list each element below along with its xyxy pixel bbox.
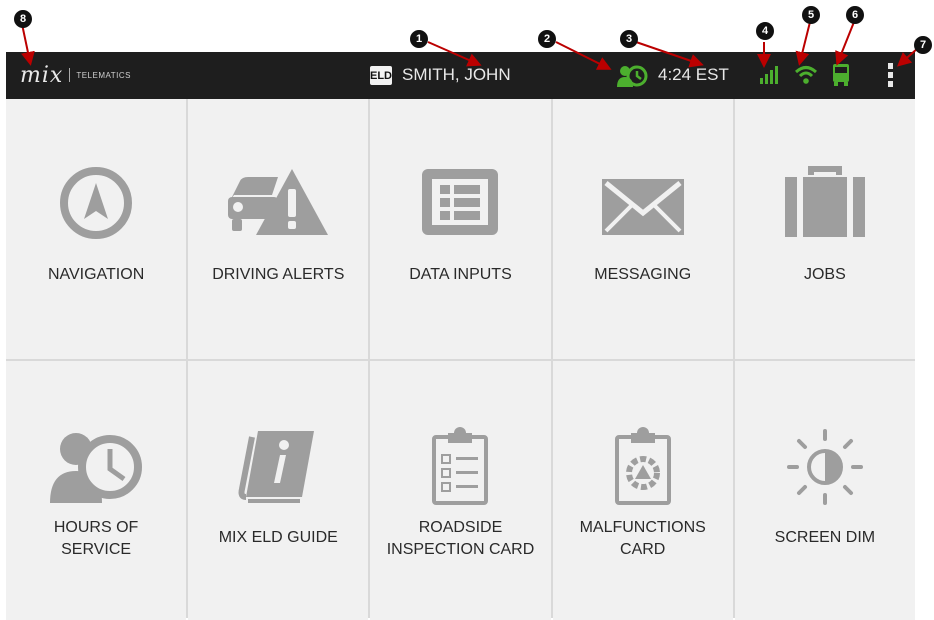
overflow-menu-icon[interactable] bbox=[886, 62, 896, 88]
logo-text: TELEMATICS bbox=[76, 70, 131, 80]
callout-6: 6 bbox=[846, 6, 864, 24]
hours-of-service-icon bbox=[50, 433, 143, 503]
callout-4: 4 bbox=[756, 22, 774, 40]
truck-icon bbox=[833, 64, 849, 86]
guide-book-icon bbox=[238, 431, 315, 503]
navigation-icon bbox=[60, 167, 133, 239]
tile-label: DATA INPUTS bbox=[409, 266, 512, 283]
tile-label: DRIVING ALERTS bbox=[212, 266, 345, 283]
tile-label: MIX ELD GUIDE bbox=[218, 529, 338, 546]
data-inputs-icon bbox=[422, 169, 499, 235]
tile-roadside-inspection-card[interactable]: ROADSIDE INSPECTION CARD bbox=[370, 361, 551, 620]
inspection-card-icon bbox=[432, 427, 489, 505]
callout-1: 1 bbox=[410, 30, 428, 48]
tile-malfunctions-card[interactable]: MALFUNCTIONS CARD bbox=[552, 361, 733, 620]
callout-7: 7 bbox=[914, 36, 932, 54]
tile-screen-dim[interactable]: SCREEN DIM bbox=[734, 361, 915, 620]
tile-driving-alerts[interactable]: DRIVING ALERTS bbox=[188, 99, 369, 359]
tile-label: ROADSIDE INSPECTION CARD bbox=[386, 519, 535, 558]
driver-name[interactable]: SMITH, JOHN bbox=[402, 65, 511, 85]
top-bar: mix TELEMATICS ELD SMITH, JOHN 4:24 EST bbox=[6, 52, 915, 99]
callout-2: 2 bbox=[538, 30, 556, 48]
tile-data-inputs[interactable]: DATA INPUTS bbox=[370, 99, 551, 359]
eld-badge: ELD bbox=[370, 66, 392, 85]
callout-5: 5 bbox=[802, 6, 820, 24]
tile-label: SCREEN DIM bbox=[774, 529, 876, 546]
mix-telematics-logo: mix TELEMATICS bbox=[20, 61, 131, 89]
tile-label: NAVIGATION bbox=[47, 266, 145, 283]
tile-label: JOBS bbox=[803, 266, 846, 283]
tile-navigation[interactable]: NAVIGATION bbox=[6, 99, 187, 359]
callout-8: 8 bbox=[14, 10, 32, 28]
tile-label: MESSAGING bbox=[594, 266, 692, 283]
clock-time: 4:24 EST bbox=[658, 65, 729, 84]
driving-alerts-icon bbox=[228, 169, 329, 235]
logo-mark: mix bbox=[20, 62, 64, 88]
wifi-icon bbox=[794, 66, 818, 84]
briefcase-icon bbox=[784, 166, 865, 237]
logo-divider bbox=[69, 68, 71, 82]
malfunctions-card-icon bbox=[614, 427, 671, 505]
tile-mix-eld-guide[interactable]: MIX ELD GUIDE bbox=[188, 361, 369, 620]
tile-jobs[interactable]: JOBS bbox=[734, 99, 915, 359]
hours-of-service-icon[interactable] bbox=[616, 63, 648, 87]
app-grid: NAVIGATION DRIVING ALERTS DATA INPUTS ME… bbox=[6, 99, 915, 620]
signal-strength-icon bbox=[760, 66, 778, 84]
tile-hours-of-service[interactable]: HOURS OF SERVICE bbox=[6, 361, 187, 620]
brightness-icon bbox=[786, 429, 863, 505]
tile-label: MALFUNCTIONS CARD bbox=[579, 519, 706, 558]
callout-3: 3 bbox=[620, 30, 638, 48]
envelope-icon bbox=[601, 179, 684, 235]
tile-messaging[interactable]: MESSAGING bbox=[552, 99, 733, 359]
tile-label: HOURS OF SERVICE bbox=[53, 519, 139, 558]
